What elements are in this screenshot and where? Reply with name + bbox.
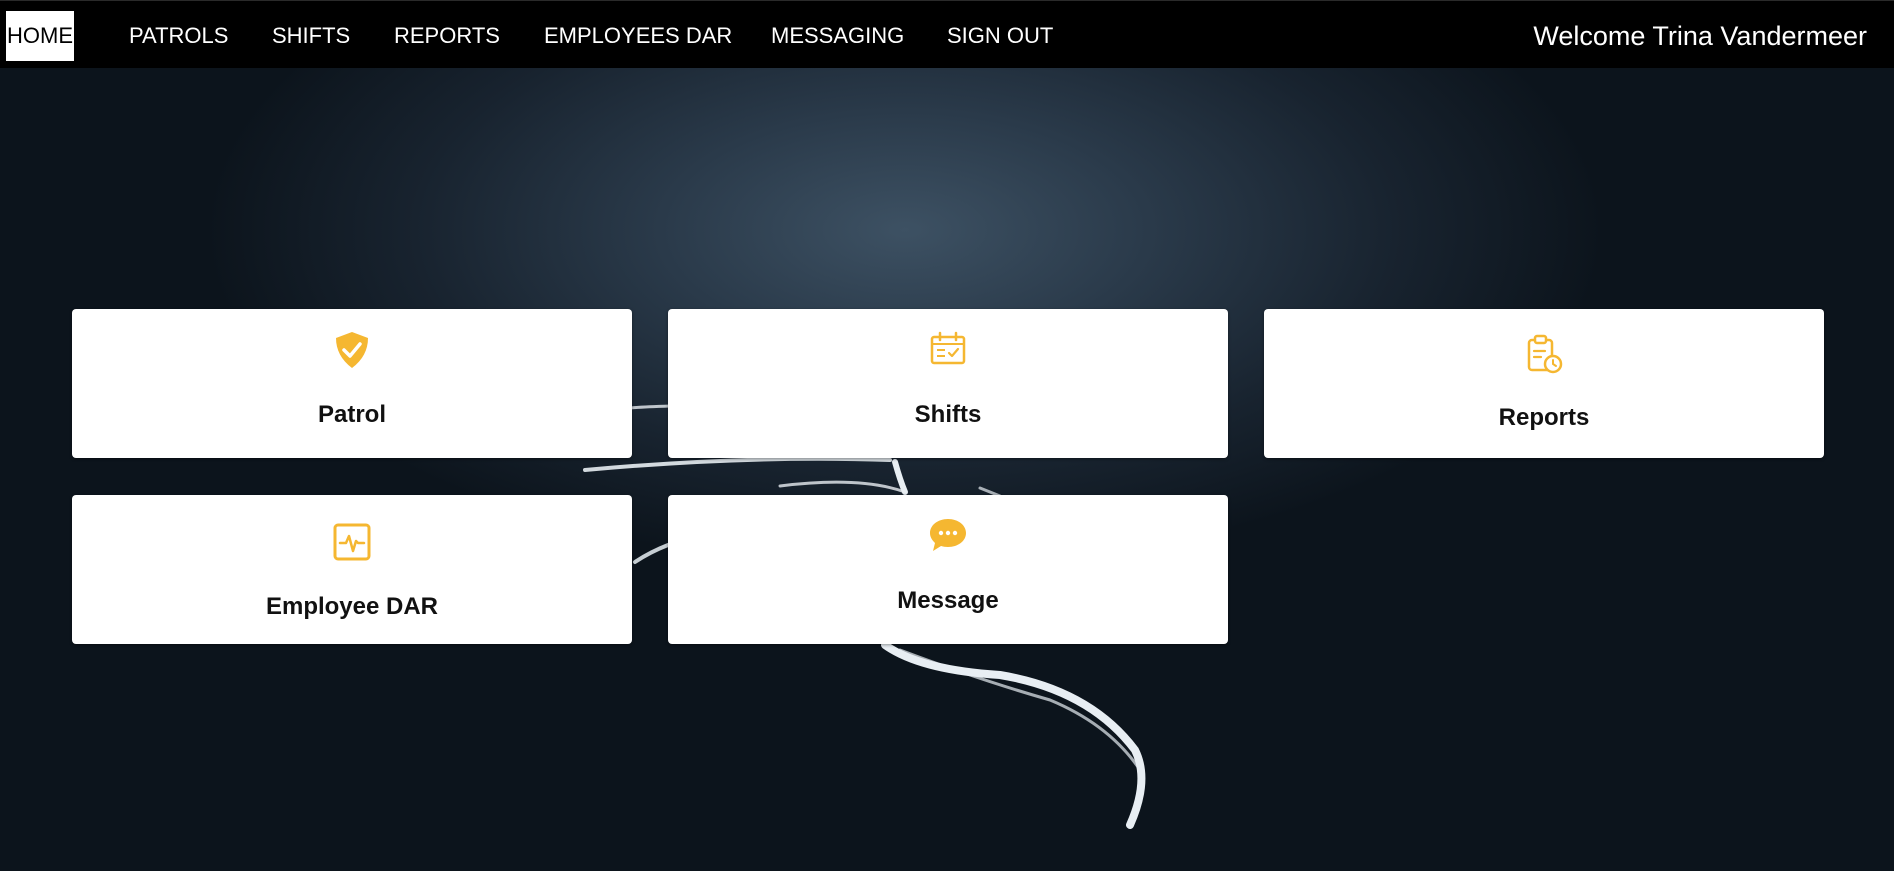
patrol-card-label: Patrol [317, 401, 386, 428]
nav-shifts[interactable]: SHIFTS [260, 11, 362, 61]
nav-reports[interactable]: REPORTS [382, 11, 512, 61]
shifts-card-label: Shifts [914, 401, 982, 428]
calendar-check-icon [930, 331, 966, 365]
reports-card[interactable]: Reports [1264, 309, 1824, 458]
top-navigation-bar: HOME PATROLS SHIFTS REPORTS EMPLOYEES DA… [0, 0, 1894, 68]
message-card[interactable]: Message [668, 495, 1228, 644]
employee-dar-card-label: Employee DAR [265, 593, 439, 620]
shield-check-icon [336, 332, 368, 368]
patrol-card[interactable]: Patrol [72, 309, 632, 458]
nav-messaging[interactable]: MESSAGING [759, 11, 916, 61]
nav-patrols[interactable]: PATROLS [117, 11, 240, 61]
nav-sign-out[interactable]: SIGN OUT [935, 11, 1065, 61]
shifts-card[interactable]: Shifts [668, 309, 1228, 458]
chat-bubble-icon [930, 519, 966, 551]
employee-dar-card[interactable]: Employee DAR [72, 495, 632, 644]
message-card-label: Message [897, 587, 999, 614]
activity-pulse-icon [333, 523, 371, 561]
reports-card-label: Reports [1498, 404, 1590, 431]
welcome-message: Welcome Trina Vandermeer [1533, 21, 1867, 51]
nav-home[interactable]: HOME [6, 11, 74, 61]
nav-employees-dar[interactable]: EMPLOYEES DAR [532, 11, 744, 61]
clipboard-clock-icon [1527, 334, 1563, 374]
